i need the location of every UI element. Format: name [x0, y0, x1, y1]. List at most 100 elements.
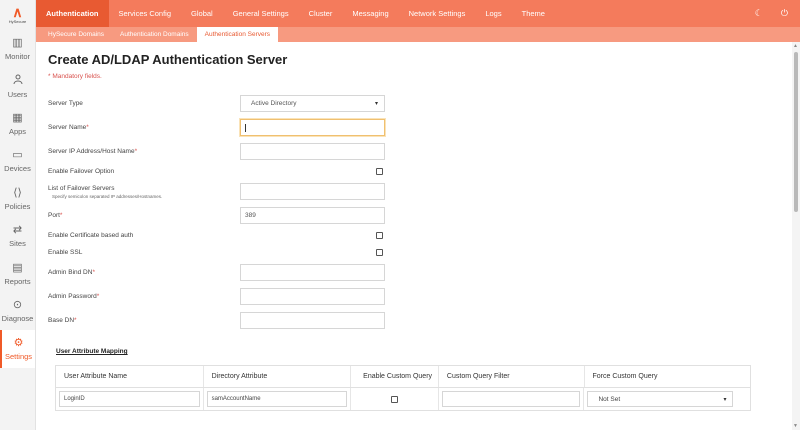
sidebar-item-users[interactable]: Users [0, 68, 35, 106]
port-input[interactable]: 389 [240, 207, 385, 224]
scroll-up-icon[interactable]: ▲ [793, 43, 798, 49]
user-attribute-input[interactable]: LoginID [59, 391, 200, 407]
admin-bind-dn-label: Admin Bind DN* [48, 269, 95, 276]
failover-servers-row: List of Failover Servers Specify semicol… [48, 183, 388, 200]
enable-custom-query-checkbox[interactable] [391, 395, 399, 403]
ssl-checkbox[interactable] [376, 249, 383, 256]
server-name-row: Server Name* [48, 119, 388, 136]
tab-network-settings[interactable]: Network Settings [399, 0, 476, 27]
cert-auth-checkbox[interactable] [376, 232, 383, 239]
failover-servers-label: List of Failover Servers Specify semicol… [48, 185, 240, 199]
server-type-label: Server Type [48, 100, 83, 107]
port-label: Port* [48, 212, 63, 219]
admin-password-label: Admin Password* [48, 293, 100, 300]
brand-logo[interactable]: ∧ HySecure [0, 0, 35, 30]
sidebar-item-reports[interactable]: ▤ Reports [0, 255, 35, 293]
ssl-label: Enable SSL [48, 249, 83, 256]
chevron-down-icon: ▾ [374, 101, 378, 107]
sidebar-item-label: Apps [8, 126, 27, 136]
page-scrollbar[interactable]: ▲ ▼ [792, 42, 800, 430]
failover-option-checkbox[interactable] [376, 168, 383, 175]
column-header: Custom Query Filter [439, 366, 585, 387]
sidebar-item-settings[interactable]: ⚙ Settings [0, 330, 35, 368]
server-type-row: Server Type Active Directory ▾ [48, 95, 388, 112]
server-ip-input[interactable] [240, 143, 385, 160]
admin-password-input[interactable] [240, 288, 385, 305]
mandatory-note: * Mandatory fields. [48, 73, 102, 80]
power-icon[interactable]: ⏻ [781, 8, 788, 19]
diagnose-icon: ⊙ [12, 299, 23, 312]
failover-servers-input[interactable] [240, 183, 385, 200]
reports-icon: ▤ [12, 261, 23, 274]
base-dn-row: Base DN* [48, 312, 388, 329]
monitor-icon: ▥ [12, 36, 23, 49]
sidebar-item-label: Policies [4, 201, 31, 211]
column-header: Force Custom Query [592, 373, 658, 380]
tab-cluster[interactable]: Cluster [299, 0, 343, 27]
base-dn-input[interactable] [240, 312, 385, 329]
tab-logs[interactable]: Logs [475, 0, 511, 27]
sidebar-item-label: Monitor [4, 51, 30, 61]
sidebar: ∧ HySecure ▥ Monitor Users ▦ Apps ▭ Devi… [0, 0, 36, 430]
attribute-mapping-table: User Attribute Name Directory Attribute … [55, 365, 751, 411]
port-row: Port* 389 [48, 207, 388, 224]
admin-bind-dn-input[interactable] [240, 264, 385, 281]
custom-query-filter-input[interactable] [441, 391, 581, 407]
subtab-authentication-domains[interactable]: Authentication Domains [112, 27, 197, 42]
tab-general-settings[interactable]: General Settings [223, 0, 299, 27]
scrollbar-thumb[interactable] [794, 52, 798, 212]
dark-mode-icon[interactable]: ☾ [755, 8, 763, 19]
cert-auth-row: Enable Certificate based auth [48, 232, 388, 239]
server-name-label: Server Name* [48, 124, 89, 131]
sidebar-item-label: Diagnose [1, 314, 34, 324]
sidebar-item-sites[interactable]: ⇄ Sites [0, 218, 35, 256]
sidebar-item-policies[interactable]: ⟨⟩ Policies [0, 180, 35, 218]
directory-attribute-input[interactable]: samAccountName [206, 391, 348, 407]
force-custom-query-select[interactable]: Not Set ▾ [587, 391, 734, 407]
force-custom-query-value: Not Set [598, 395, 621, 403]
subtab-authentication-servers[interactable]: Authentication Servers [196, 27, 279, 42]
tab-messaging[interactable]: Messaging [342, 0, 398, 27]
admin-password-row: Admin Password* [48, 288, 388, 305]
column-header: Enable Custom Query [351, 366, 439, 387]
tab-services-config[interactable]: Services Config [109, 0, 182, 27]
sidebar-item-devices[interactable]: ▭ Devices [0, 143, 35, 181]
sites-icon: ⇄ [12, 224, 23, 237]
failover-option-label: Enable Failover Option [48, 168, 115, 175]
sidebar-item-label: Users [7, 89, 28, 99]
sidebar-item-label: Settings [4, 351, 33, 361]
cert-auth-label: Enable Certificate based auth [48, 232, 134, 239]
base-dn-label: Base DN* [48, 317, 77, 324]
tab-theme[interactable]: Theme [512, 0, 555, 27]
brand-name: HySecure [8, 19, 27, 24]
text-caret [245, 123, 246, 132]
ssl-row: Enable SSL [48, 249, 388, 256]
table-row: LoginID samAccountName Not Set ▾ [56, 388, 750, 410]
policies-icon: ⟨⟩ [13, 186, 22, 199]
logo-icon: ∧ [12, 4, 23, 20]
tab-global[interactable]: Global [181, 0, 223, 27]
server-type-select[interactable]: Active Directory ▾ [240, 95, 385, 112]
users-icon [13, 74, 23, 87]
scroll-down-icon[interactable]: ▼ [793, 423, 798, 429]
admin-bind-dn-row: Admin Bind DN* [48, 264, 388, 281]
failover-option-row: Enable Failover Option [48, 168, 388, 175]
settings-icon: ⚙ [13, 336, 24, 349]
tab-authentication[interactable]: Authentication [36, 0, 109, 27]
failover-servers-hint: Specify semicolon separated IP addresses… [52, 193, 163, 199]
top-nav: Authentication Services Config Global Ge… [36, 0, 800, 27]
page-header: Create AD/LDAP Authentication Server * M… [48, 52, 788, 80]
sidebar-item-label: Sites [9, 239, 26, 249]
sidebar-item-diagnose[interactable]: ⊙ Diagnose [0, 293, 35, 331]
page-title: Create AD/LDAP Authentication Server [48, 52, 288, 67]
column-header: Directory Attribute [204, 366, 352, 387]
sidebar-item-apps[interactable]: ▦ Apps [0, 105, 35, 143]
apps-icon: ▦ [12, 111, 23, 124]
column-header: User Attribute Name [56, 366, 204, 387]
server-ip-row: Server IP Address/Host Name* [48, 143, 388, 160]
sidebar-item-monitor[interactable]: ▥ Monitor [0, 30, 35, 68]
sidebar-item-label: Devices [4, 164, 31, 174]
subtab-hysecure-domains[interactable]: HySecure Domains [40, 27, 112, 42]
server-name-input[interactable] [240, 119, 385, 136]
mapping-section-title: User Attribute Mapping [56, 348, 128, 355]
